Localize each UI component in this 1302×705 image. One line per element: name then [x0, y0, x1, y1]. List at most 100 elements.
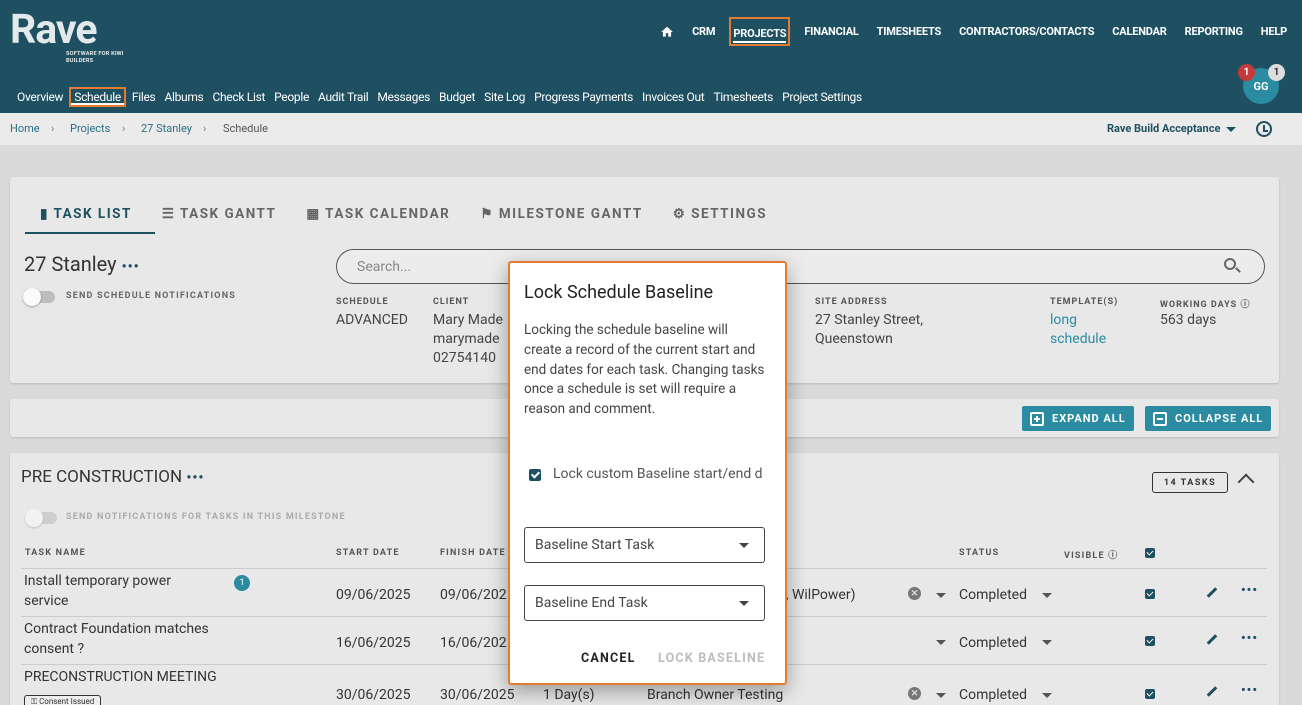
expand-all-button[interactable]: EXPAND ALL — [1022, 406, 1134, 431]
help-icon[interactable]: ⓘ — [1108, 551, 1118, 561]
subnav-messages[interactable]: Messages — [377, 90, 430, 104]
schedule-value: ADVANCED — [336, 312, 408, 328]
nav-financial[interactable]: FINANCIAL — [804, 25, 859, 38]
subnav-budget[interactable]: Budget — [439, 90, 475, 104]
project-sub-nav: Overview Schedule Files Albums Check Lis… — [17, 87, 862, 107]
subnav-files[interactable]: Files — [132, 90, 156, 104]
subnav-people[interactable]: People — [274, 90, 309, 104]
top-nav: CRM PROJECTS FINANCIAL TIMESHEETS CONTRA… — [660, 17, 1287, 46]
chevron-down-icon[interactable] — [936, 693, 946, 698]
subnav-audit-trail[interactable]: Audit Trail — [318, 90, 369, 104]
clear-icon[interactable]: ✕ — [908, 587, 921, 600]
chevron-down-icon[interactable] — [1042, 593, 1052, 598]
nav-timesheets[interactable]: TIMESHEETS — [877, 25, 942, 38]
baseline-end-select[interactable]: Baseline End Task — [524, 585, 765, 621]
nav-reporting[interactable]: REPORTING — [1185, 25, 1243, 38]
calendar-icon: ▦ — [306, 206, 326, 222]
plus-box-icon — [1030, 411, 1044, 426]
row-status[interactable]: Completed — [959, 685, 1027, 705]
row-more-icon[interactable]: ••• — [1241, 583, 1258, 598]
site-value: 27 Stanley Street, Queenstown — [815, 312, 923, 347]
row-status[interactable]: Completed — [959, 585, 1027, 605]
home-icon[interactable] — [660, 25, 674, 39]
chevron-down-icon[interactable] — [936, 640, 946, 645]
chevron-down-icon[interactable] — [1042, 640, 1052, 645]
crumb-sep: › — [122, 122, 126, 135]
table-row-name[interactable]: Contract Foundation matches consent ? — [24, 619, 209, 659]
subnav-progress-payments[interactable]: Progress Payments — [534, 90, 633, 104]
checkbox-label[interactable]: Lock custom Baseline start/end d — [553, 466, 765, 482]
subnav-invoices-out[interactable]: Invoices Out — [642, 90, 705, 104]
toggle-label: SEND SCHEDULE NOTIFICATIONS — [66, 291, 236, 301]
notification-badge[interactable]: 1 — [1238, 64, 1255, 81]
subnav-albums[interactable]: Albums — [164, 90, 203, 104]
template-link[interactable]: long schedule — [1050, 311, 1106, 349]
tab-milestone-gantt[interactable]: ⚑ MILESTONE GANTT — [480, 206, 642, 222]
project-title: 27 Stanley ••• — [24, 252, 140, 276]
collapse-all-button[interactable]: COLLAPSE ALL — [1145, 406, 1272, 431]
nav-projects-highlight[interactable]: PROJECTS — [729, 17, 791, 46]
row-visible-checkbox[interactable] — [1145, 589, 1155, 599]
subnav-schedule[interactable]: Schedule — [69, 87, 126, 107]
project-more-icon[interactable]: ••• — [122, 259, 140, 275]
clock-icon[interactable] — [1256, 121, 1272, 137]
chevron-down-icon[interactable] — [1226, 127, 1236, 132]
select-all-checkbox[interactable] — [1145, 548, 1155, 558]
client-value: Mary Made marymade 02754140 — [433, 312, 503, 366]
nav-calendar[interactable]: CALENDAR — [1112, 25, 1167, 38]
tab-task-calendar[interactable]: ▦ TASK CALENDAR — [306, 206, 450, 222]
subnav-site-log[interactable]: Site Log — [484, 90, 525, 104]
table-row-name[interactable]: PRECONSTRUCTION MEETING — [24, 667, 217, 687]
row-more-icon[interactable]: ••• — [1241, 683, 1258, 698]
row-visible-checkbox[interactable] — [1145, 636, 1155, 646]
col-visible: VISIBLE ⓘ — [1064, 551, 1119, 561]
org-selector[interactable]: Rave Build Acceptance — [1107, 122, 1220, 135]
breadcrumb: Home › Projects › 27 Stanley › Schedule … — [0, 113, 1302, 145]
active-tab-indicator — [25, 232, 155, 234]
subnav-timesheets[interactable]: Timesheets — [713, 90, 773, 104]
nav-help[interactable]: HELP — [1261, 25, 1287, 38]
milestone-toggle-label: SEND NOTIFICATIONS FOR TASKS IN THIS MIL… — [66, 512, 346, 522]
crumb-current: Schedule — [223, 122, 268, 135]
table-row-name[interactable]: Install temporary power service — [24, 571, 171, 611]
chevron-down-icon[interactable] — [1042, 693, 1052, 698]
comment-count-badge[interactable]: 1 — [234, 575, 250, 591]
key-icon: ⚿ — [31, 697, 40, 705]
milestone-notifications-toggle[interactable] — [25, 509, 57, 527]
chevron-down-icon — [739, 601, 749, 606]
subnav-project-settings[interactable]: Project Settings — [782, 90, 862, 104]
search-icon[interactable] — [1224, 258, 1236, 270]
col-status: STATUS — [959, 548, 1000, 558]
subnav-overview[interactable]: Overview — [17, 90, 64, 104]
lock-baseline-button[interactable]: LOCK BASELINE — [658, 651, 765, 666]
crumb-projects[interactable]: Projects — [70, 122, 110, 135]
row-start-date: 16/06/2025 — [336, 635, 411, 651]
row-visible-checkbox[interactable] — [1145, 689, 1155, 699]
crumb-home[interactable]: Home — [10, 122, 40, 135]
baseline-start-select[interactable]: Baseline Start Task — [524, 527, 765, 563]
message-badge[interactable]: 1 — [1268, 64, 1285, 81]
site-label: SITE ADDRESS — [815, 297, 888, 307]
search-input[interactable]: Search... — [336, 249, 1265, 284]
tab-task-list[interactable]: ▮ TASK LIST — [40, 206, 132, 222]
row-more-icon[interactable]: ••• — [1241, 631, 1258, 646]
row-assignee: n, WilPower) — [778, 587, 856, 603]
lock-custom-baseline-checkbox[interactable] — [529, 469, 541, 481]
milestone-more-icon[interactable]: ••• — [186, 470, 204, 486]
chevron-down-icon[interactable] — [936, 593, 946, 598]
tab-task-gantt[interactable]: ☰ TASK GANTT — [162, 206, 277, 222]
crumb-project[interactable]: 27 Stanley — [141, 122, 192, 135]
clear-icon[interactable]: ✕ — [908, 687, 921, 700]
flag-icon: ⚑ — [480, 206, 499, 222]
nav-contractors[interactable]: CONTRACTORS/CONTACTS — [959, 25, 1094, 38]
help-icon[interactable]: ⓘ — [1240, 300, 1250, 310]
cancel-button[interactable]: CANCEL — [581, 651, 636, 666]
rave-logo[interactable]: Rave SOFTWARE FOR KIWI BUILDERS — [10, 8, 123, 64]
nav-crm[interactable]: CRM — [692, 25, 715, 38]
schedule-notifications-toggle[interactable] — [23, 288, 55, 306]
row-duration: 1 Day(s) — [543, 687, 595, 703]
row-status[interactable]: Completed — [959, 633, 1027, 653]
tab-settings[interactable]: ⚙ SETTINGS — [673, 206, 767, 222]
subnav-check-list[interactable]: Check List — [212, 90, 265, 104]
nav-projects[interactable]: PROJECTS — [733, 27, 787, 43]
